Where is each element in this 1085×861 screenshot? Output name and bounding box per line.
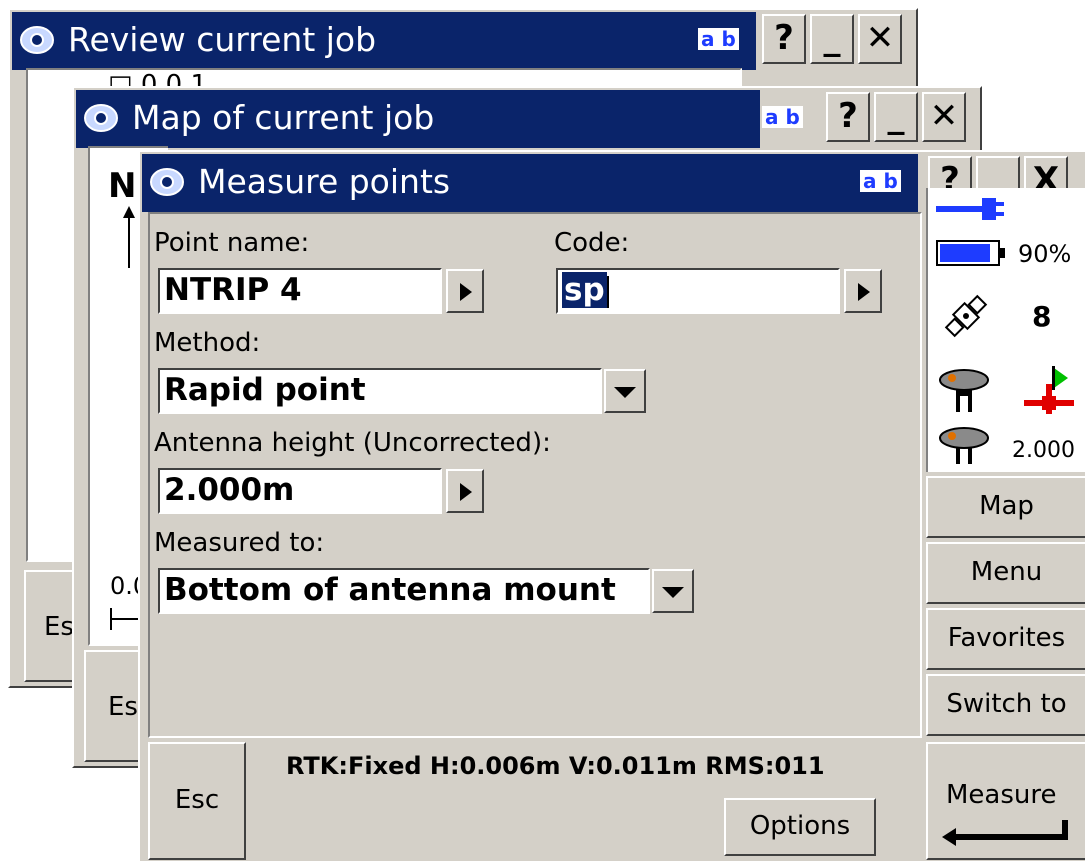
gps-receiver-icon[interactable] <box>938 368 992 414</box>
measured-to-label: Measured to: <box>154 528 325 558</box>
measure-button-label: Measure <box>946 780 1057 810</box>
measure-points-title: Measure points <box>142 154 918 212</box>
minimize-button[interactable]: _ <box>810 14 854 64</box>
status-panel: 90% 8 2.000 <box>926 188 1085 472</box>
trimble-logo-icon <box>150 168 184 196</box>
measured-to-dropdown-button[interactable] <box>652 569 694 613</box>
menu-button[interactable]: Menu <box>926 542 1085 604</box>
minimize-button[interactable]: _ <box>874 92 918 142</box>
map-job-title-text: Map of current job <box>132 98 435 137</box>
point-name-label: Point name: <box>154 228 310 258</box>
measure-points-window: Measure points a b ? _ X Point name: NTR… <box>138 150 1085 861</box>
esc-button[interactable]: Esc <box>148 742 246 860</box>
map-button-label: Map <box>979 491 1034 521</box>
input-mode-indicator[interactable]: a b <box>860 170 901 192</box>
arrow-right-icon <box>460 283 472 301</box>
help-button[interactable]: ? <box>826 92 870 142</box>
code-value: sp <box>562 272 607 308</box>
review-job-title: Review current job <box>12 12 756 70</box>
measure-form: Point name: NTRIP 4 Code: sp Method: Rap… <box>148 212 922 738</box>
code-field[interactable]: sp <box>556 268 840 314</box>
antenna-height-field[interactable]: 2.000m <box>158 468 442 514</box>
close-button[interactable]: ✕ <box>922 92 966 142</box>
review-job-titlebar: Review current job a b ? _ ✕ <box>10 10 916 70</box>
favorites-button[interactable]: Favorites <box>926 608 1085 670</box>
options-button[interactable]: Options <box>724 798 876 856</box>
options-button-label: Options <box>749 811 851 841</box>
switch-to-button[interactable]: Switch to <box>926 674 1085 736</box>
rtk-status-text: RTK:Fixed H:0.006m V:0.011m RMS:011 <box>286 752 825 780</box>
measure-button[interactable]: Measure <box>926 742 1085 860</box>
base-station-icon[interactable] <box>1024 364 1082 416</box>
method-select[interactable]: Rapid point <box>158 368 602 414</box>
favorites-button-label: Favorites <box>947 623 1066 653</box>
point-name-field[interactable]: NTRIP 4 <box>158 268 442 314</box>
esc-button-label: Esc <box>174 785 220 815</box>
power-plug-icon[interactable] <box>936 194 1006 224</box>
chevron-down-icon <box>662 587 684 598</box>
method-label: Method: <box>154 328 261 358</box>
trimble-logo-icon <box>20 26 54 54</box>
measure-points-title-text: Measure points <box>198 162 451 201</box>
antenna-height-status: 2.000 <box>1012 438 1075 463</box>
arrow-right-icon <box>460 483 472 501</box>
close-button[interactable]: ✕ <box>858 14 902 64</box>
code-label: Code: <box>554 228 630 258</box>
help-button[interactable]: ? <box>762 14 806 64</box>
chevron-down-icon <box>614 387 636 398</box>
satellite-icon[interactable] <box>942 292 990 340</box>
arrow-right-icon <box>858 283 870 301</box>
code-arrow-button[interactable] <box>844 269 882 313</box>
map-button[interactable]: Map <box>926 476 1085 538</box>
map-job-titlebar: Map of current job a b ? _ ✕ <box>74 88 980 148</box>
point-name-arrow-button[interactable] <box>446 269 484 313</box>
switch-to-button-label: Switch to <box>946 689 1067 719</box>
input-mode-indicator[interactable]: a b <box>698 28 739 50</box>
trimble-logo-icon <box>84 104 118 132</box>
battery-percent: 90% <box>1018 240 1072 268</box>
method-dropdown-button[interactable] <box>604 369 646 413</box>
battery-icon[interactable] <box>936 238 1008 268</box>
north-label: N <box>108 166 137 206</box>
map-job-title: Map of current job <box>76 90 760 148</box>
measured-to-select[interactable]: Bottom of antenna mount <box>158 568 650 614</box>
satellite-count: 8 <box>1032 300 1052 333</box>
enter-key-icon <box>942 820 1068 846</box>
antenna-height-arrow-button[interactable] <box>446 469 484 513</box>
review-job-title-text: Review current job <box>68 20 377 59</box>
antenna-icon[interactable] <box>938 426 992 466</box>
input-mode-indicator[interactable]: a b <box>762 106 803 128</box>
menu-button-label: Menu <box>970 557 1043 587</box>
antenna-height-label: Antenna height (Uncorrected): <box>154 428 551 458</box>
